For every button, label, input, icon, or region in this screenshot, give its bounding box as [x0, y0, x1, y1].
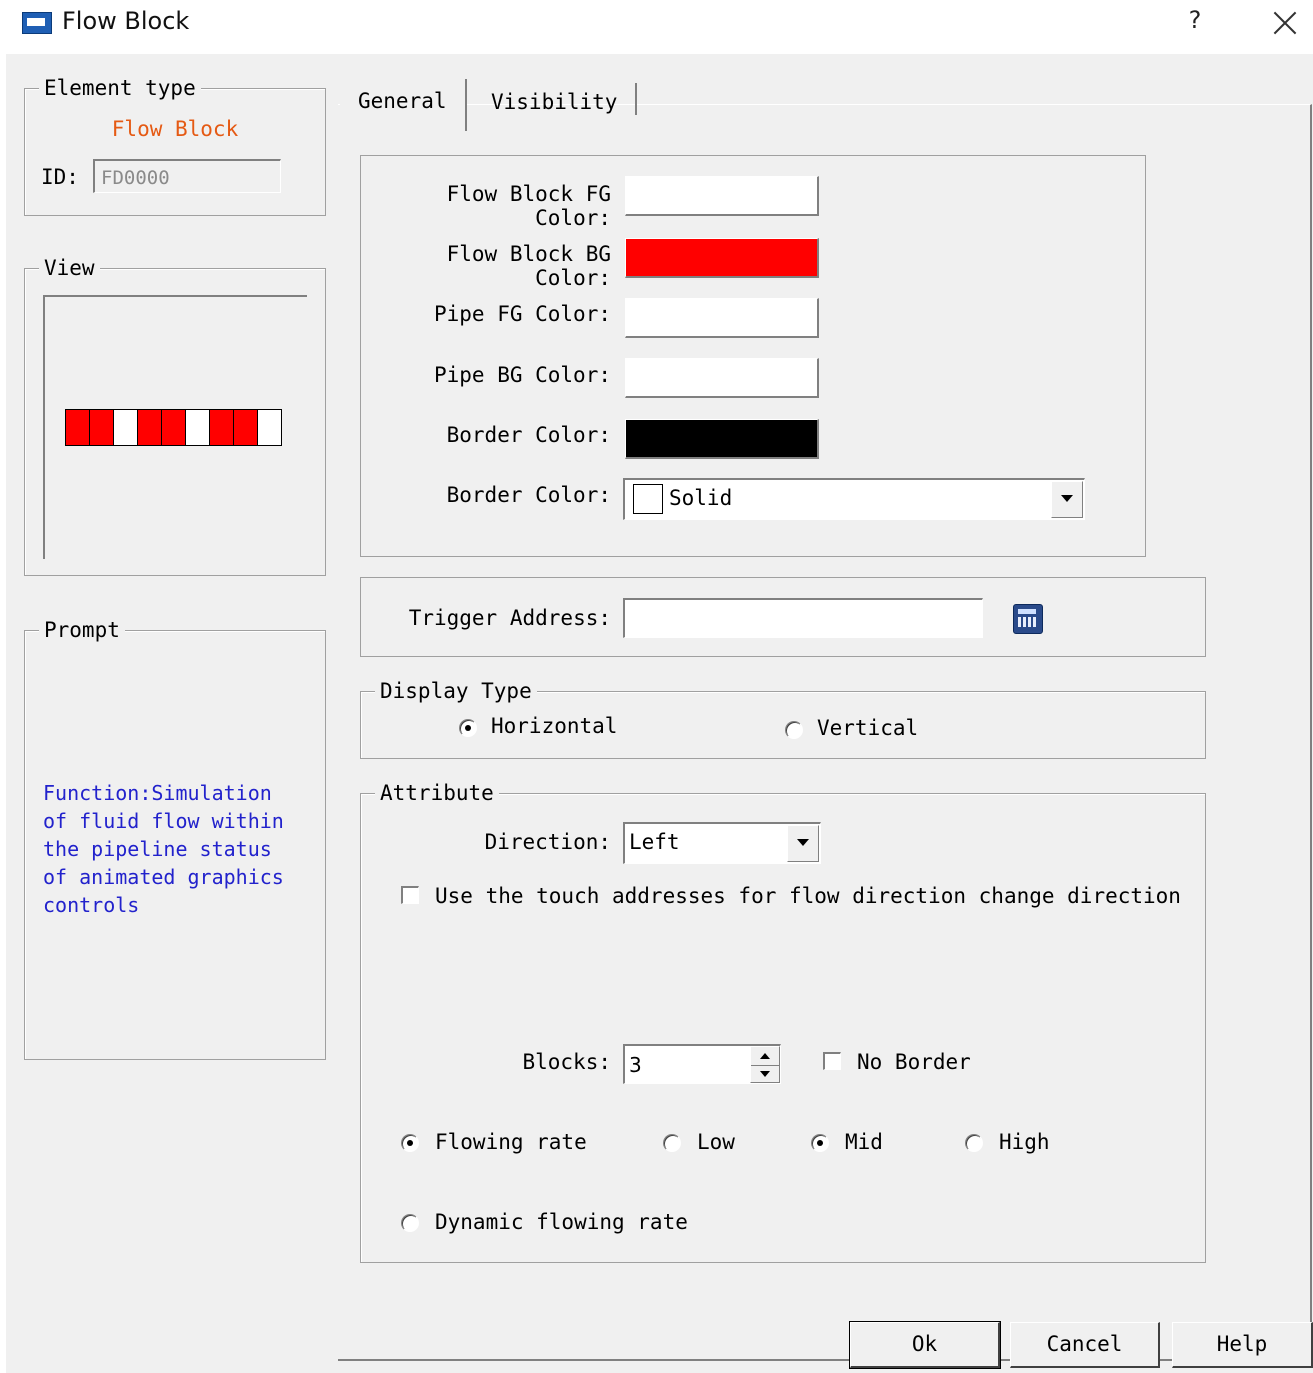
border-color-button[interactable]: [625, 419, 819, 459]
view-preview: [43, 295, 307, 559]
title-bar: Flow Block ?: [0, 0, 1313, 50]
tab-visibility[interactable]: Visibility: [473, 83, 638, 115]
direction-label: Direction:: [484, 830, 611, 854]
blocks-spinner[interactable]: 3: [623, 1044, 781, 1084]
no-border-checkbox[interactable]: [823, 1052, 841, 1070]
id-label: ID:: [41, 165, 79, 189]
pipe-fg-color-button[interactable]: [625, 298, 819, 338]
high-label: High: [999, 1130, 1050, 1154]
border-style-value: Solid: [669, 486, 733, 510]
flow-block-bg-color-button[interactable]: [625, 238, 819, 278]
flow-block-cell: [162, 410, 186, 445]
display-type-group: Display Type Horizontal Vertical: [360, 678, 1206, 759]
high-radio[interactable]: [965, 1134, 983, 1152]
dynamic-flowing-rate-radio[interactable]: [401, 1214, 419, 1232]
element-type-legend: Element type: [39, 75, 201, 101]
flow-block-preview: [65, 409, 282, 446]
flow-block-bg-label: Flow Block BG Color:: [446, 242, 611, 290]
blocks-label: Blocks:: [522, 1050, 611, 1074]
direction-select[interactable]: Left: [623, 822, 821, 864]
no-border-label: No Border: [857, 1050, 971, 1074]
mid-label: Mid: [845, 1130, 883, 1154]
chevron-up-icon[interactable]: [751, 1047, 779, 1065]
trigger-address-label: Trigger Address:: [408, 606, 611, 630]
colors-group: Flow Block FG Color: Flow Block BG Color…: [360, 155, 1146, 557]
border-style-label: Border Color:: [446, 483, 611, 507]
touch-address-label: Use the touch addresses for flow directi…: [435, 884, 1181, 908]
vertical-radio[interactable]: [785, 721, 803, 739]
border-style-select[interactable]: Solid: [623, 478, 1085, 520]
line-style-sample: [633, 484, 663, 514]
blocks-stepper[interactable]: [750, 1046, 780, 1083]
flow-block-cell: [114, 410, 138, 445]
chevron-down-icon[interactable]: [751, 1064, 779, 1084]
attribute-group: Attribute Direction: Left Use the touch …: [360, 780, 1206, 1263]
element-type-name: Flow Block: [111, 117, 239, 141]
touch-address-checkbox[interactable]: [401, 886, 419, 904]
direction-value: Left: [629, 830, 680, 854]
flow-block-cell: [66, 410, 90, 445]
chevron-down-icon[interactable]: [787, 825, 819, 862]
border-color-label: Border Color:: [446, 423, 611, 447]
dynamic-flowing-rate-label: Dynamic flowing rate: [435, 1210, 688, 1234]
pipe-bg-label: Pipe BG Color:: [433, 363, 611, 387]
pipe-fg-label: Pipe FG Color:: [433, 302, 611, 326]
help-button[interactable]: Help: [1172, 1322, 1313, 1368]
cancel-button[interactable]: Cancel: [1010, 1322, 1160, 1368]
view-group: View: [24, 255, 326, 576]
flow-block-cell: [234, 410, 258, 445]
low-label: Low: [697, 1130, 735, 1154]
flow-block-fg-label: Flow Block FG Color:: [446, 182, 611, 230]
dialog-body: Element type Flow Block ID: FD0000 View …: [6, 54, 1313, 1373]
calculator-icon[interactable]: [1013, 604, 1043, 634]
trigger-address-input[interactable]: [623, 598, 983, 638]
chevron-down-icon[interactable]: [1051, 481, 1083, 518]
close-icon[interactable]: [1268, 4, 1302, 42]
prompt-group: Prompt Function:Simulation of fluid flow…: [24, 617, 326, 1060]
help-icon[interactable]: ?: [1182, 6, 1208, 40]
window-title: Flow Block: [62, 7, 190, 35]
app-icon: [22, 12, 52, 34]
flowing-rate-label: Flowing rate: [435, 1130, 587, 1154]
flow-block-cell: [210, 410, 234, 445]
flow-block-cell: [138, 410, 162, 445]
flow-block-cell: [186, 410, 210, 445]
attribute-legend: Attribute: [375, 780, 499, 806]
horizontal-radio[interactable]: [459, 719, 477, 737]
view-legend: View: [39, 255, 100, 281]
prompt-legend: Prompt: [39, 617, 125, 643]
blocks-value: 3: [629, 1053, 642, 1077]
display-type-legend: Display Type: [375, 678, 537, 704]
tab-general[interactable]: General: [340, 79, 467, 131]
horizontal-label: Horizontal: [491, 714, 618, 738]
element-type-group: Element type Flow Block ID: FD0000: [24, 75, 326, 216]
vertical-label: Vertical: [817, 716, 919, 740]
tab-panel: General Visibility Flow Block FG Color: …: [338, 79, 1312, 1361]
flow-block-cell: [90, 410, 114, 445]
flow-block-fg-color-button[interactable]: [625, 176, 819, 216]
id-field: FD0000: [93, 159, 281, 193]
low-radio[interactable]: [663, 1134, 681, 1152]
pipe-bg-color-button[interactable]: [625, 358, 819, 398]
ok-button[interactable]: Ok: [849, 1321, 1001, 1369]
flow-block-cell: [258, 410, 281, 445]
mid-radio[interactable]: [811, 1134, 829, 1152]
trigger-group: Trigger Address:: [360, 577, 1206, 657]
prompt-text: Function:Simulation of fluid flow within…: [43, 781, 284, 917]
flowing-rate-radio[interactable]: [401, 1134, 419, 1152]
